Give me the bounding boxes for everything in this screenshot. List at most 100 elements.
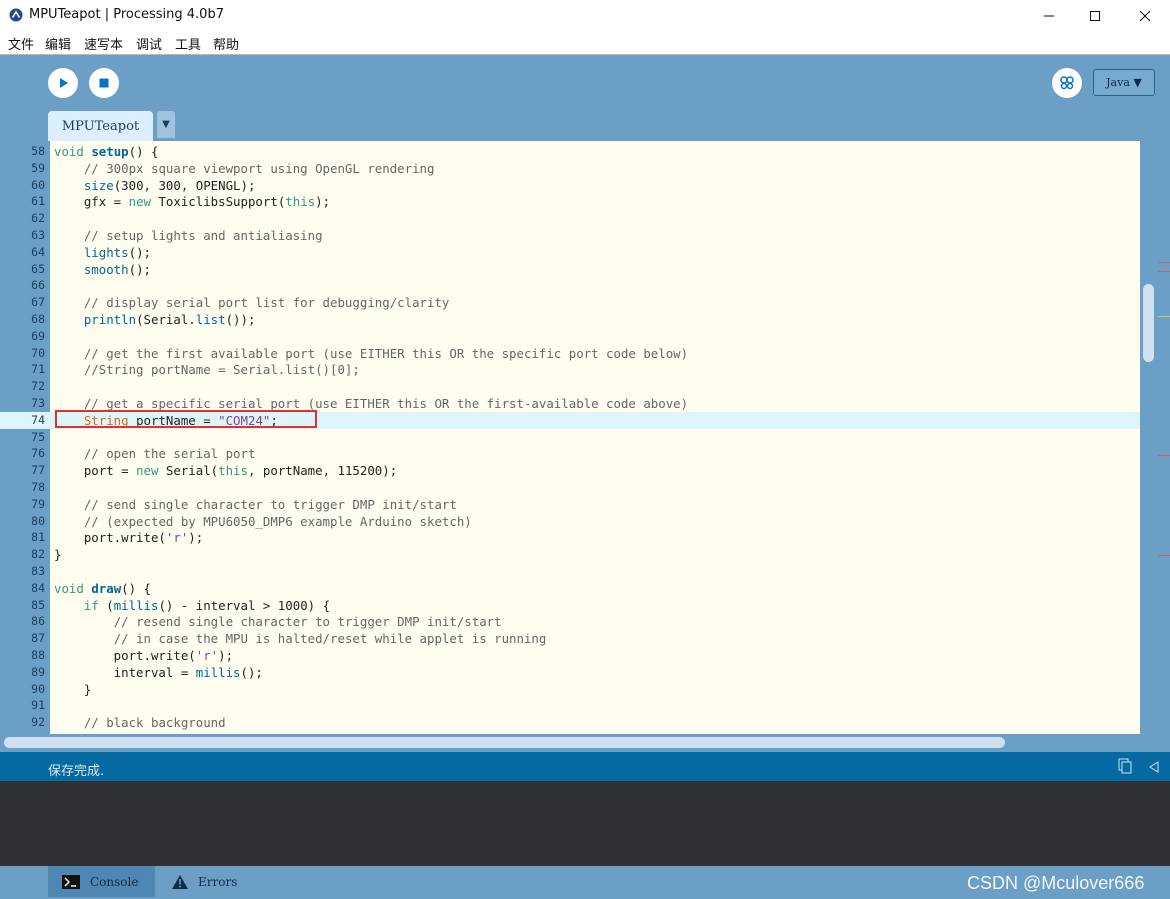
code-text: void draw() {	[54, 580, 151, 596]
line-number: 71	[31, 362, 45, 377]
line-number: 76	[31, 446, 45, 461]
code-text: //String portName = Serial.list()[0];	[83, 362, 360, 378]
status-bar: 保存完成.	[0, 752, 1170, 781]
code-line[interactable]: 76 // open the serial port	[0, 445, 1140, 462]
code-line[interactable]: 68 println(Serial.list());	[0, 311, 1140, 328]
code-text: port = new Serial(this, portName, 115200…	[54, 463, 398, 479]
code-line[interactable]: 62	[0, 210, 1140, 227]
code-line[interactable]: 61 gfx = new ToxiclibsSupport(this);	[0, 193, 1140, 210]
error-marker[interactable]	[1158, 271, 1170, 272]
line-number: 69	[31, 328, 45, 343]
line-number: 83	[31, 564, 45, 578]
code-line[interactable]: 79 // send single character to trigger D…	[0, 496, 1140, 513]
code-editor[interactable]: 58 void setup() {59 // 300px square viewp…	[0, 141, 1140, 734]
code-line[interactable]: 84 void draw() {	[0, 580, 1140, 597]
error-marker[interactable]	[1158, 455, 1170, 456]
tab-errors[interactable]: Errors	[160, 866, 270, 897]
line-number: 78	[31, 480, 45, 494]
run-button[interactable]	[48, 68, 78, 98]
code-line[interactable]: 70 // get the first available port (use …	[0, 345, 1140, 362]
highlight-annotation-box	[55, 410, 317, 428]
code-line[interactable]: 64 lights();	[0, 244, 1140, 261]
stop-icon	[99, 78, 109, 88]
tab-menu-button[interactable]: ▼	[157, 111, 175, 138]
code-text: // get the first available port (use EIT…	[83, 345, 689, 361]
line-number: 92	[31, 715, 45, 730]
mode-selector[interactable]: Java ▼	[1093, 69, 1155, 96]
code-line[interactable]: 80 // (expected by MPU6050_DMP6 example …	[0, 513, 1140, 530]
chevron-down-icon: ▼	[162, 119, 170, 130]
code-line[interactable]: 65 smooth();	[0, 261, 1140, 278]
line-number: 75	[31, 429, 45, 444]
code-text: // 300px square viewport using OpenGL re…	[83, 160, 435, 176]
console-output[interactable]	[0, 781, 1170, 866]
menu-sketch[interactable]: 速写本	[84, 34, 123, 53]
menu-help[interactable]: 帮助	[213, 34, 239, 53]
code-line[interactable]: 81 port.write('r');	[0, 529, 1140, 546]
line-number: 90	[31, 681, 45, 696]
minimize-button[interactable]	[1026, 0, 1072, 32]
code-text: // setup lights and antialiasing	[83, 228, 323, 243]
tab-console[interactable]: Console	[48, 866, 155, 897]
code-line[interactable]: 89 interval = millis();	[0, 664, 1140, 681]
maximize-button[interactable]	[1072, 0, 1118, 32]
code-line[interactable]: 92 // black background	[0, 714, 1140, 731]
menu-tools[interactable]: 工具	[175, 34, 201, 53]
horizontal-scrollbar[interactable]	[4, 737, 1005, 748]
code-line[interactable]: 59 // 300px square viewport using OpenGL…	[0, 160, 1140, 177]
error-marker[interactable]	[1158, 262, 1170, 263]
line-number: 79	[31, 496, 45, 511]
processing-app-icon	[9, 8, 23, 22]
menu-edit[interactable]: 编辑	[45, 34, 71, 53]
code-line[interactable]: 88 port.write('r');	[0, 647, 1140, 664]
code-line[interactable]: 82}	[0, 546, 1140, 563]
line-number: 70	[31, 345, 45, 360]
line-number: 88	[31, 648, 45, 662]
close-button[interactable]	[1122, 0, 1168, 32]
code-line[interactable]: 90 }	[0, 681, 1140, 698]
watermark: CSDN @Mculover666	[967, 873, 1145, 893]
tab-console-label: Console	[90, 874, 139, 889]
menu-debug[interactable]: 调试	[136, 34, 162, 53]
copy-icon[interactable]	[1117, 758, 1133, 774]
line-number: 85	[31, 597, 45, 612]
stop-button[interactable]	[89, 68, 119, 98]
menu-file[interactable]: 文件	[8, 34, 34, 53]
code-line[interactable]: 67 // display serial port list for debug…	[0, 294, 1140, 311]
code-text: smooth();	[83, 261, 151, 277]
line-number: 77	[31, 463, 45, 478]
menu-bar: 文件 编辑 速写本 调试 工具 帮助	[0, 32, 1170, 54]
code-line[interactable]: 77 port = new Serial(this, portName, 115…	[0, 462, 1140, 479]
code-line[interactable]: 83	[0, 563, 1140, 580]
error-marker[interactable]	[1158, 555, 1170, 556]
code-text: size(300, 300, OPENGL);	[83, 177, 256, 193]
debugger-button[interactable]	[1052, 68, 1082, 98]
code-line[interactable]: 66	[0, 277, 1140, 294]
code-line[interactable]: 71 //String portName = Serial.list()[0];	[0, 361, 1140, 378]
code-line[interactable]: 75	[0, 429, 1140, 446]
code-line[interactable]: 60 size(300, 300, OPENGL);	[0, 177, 1140, 194]
code-line[interactable]: 63 // setup lights and antialiasing	[0, 227, 1140, 244]
collapse-console-icon[interactable]	[1148, 761, 1160, 773]
line-number: 86	[31, 614, 45, 629]
line-number: 68	[31, 312, 45, 326]
tab-mputeapot[interactable]: MPUTeapot	[48, 111, 153, 142]
code-line[interactable]: 78	[0, 479, 1140, 496]
line-number: 63	[31, 228, 45, 242]
code-line[interactable]: 87 // in case the MPU is halted/reset wh…	[0, 630, 1140, 647]
vertical-scrollbar[interactable]	[1143, 284, 1154, 362]
code-text: // resend single character to trigger DM…	[113, 614, 502, 630]
line-number: 84	[31, 580, 45, 595]
line-number: 73	[31, 396, 45, 410]
code-line[interactable]: 85 if (millis() - interval > 1000) {	[0, 597, 1140, 614]
code-text: // in case the MPU is halted/reset while…	[113, 631, 547, 647]
line-number: 72	[31, 379, 45, 394]
terminal-icon	[62, 874, 80, 889]
code-line[interactable]: 58 void setup() {	[0, 143, 1140, 160]
code-line[interactable]: 69	[0, 328, 1140, 345]
code-text: // send single character to trigger DMP …	[83, 496, 457, 512]
code-line[interactable]: 72	[0, 378, 1140, 395]
warning-marker[interactable]	[1158, 316, 1170, 317]
code-line[interactable]: 91	[0, 697, 1140, 714]
code-line[interactable]: 86 // resend single character to trigger…	[0, 613, 1140, 630]
